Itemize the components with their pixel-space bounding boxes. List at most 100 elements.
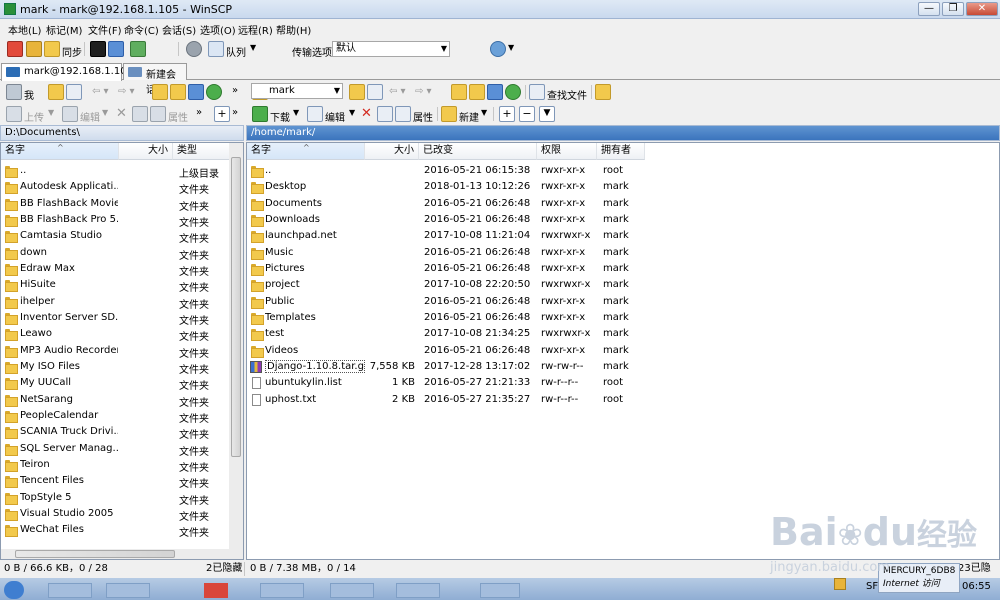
taskbar-item[interactable] — [204, 583, 228, 598]
root-dir-icon[interactable] — [469, 84, 485, 100]
home-icon[interactable] — [188, 84, 204, 100]
open-folder-icon[interactable] — [48, 84, 64, 100]
column-header-name[interactable]: 名字 ^ — [1, 143, 119, 160]
more-icon[interactable]: » — [232, 107, 238, 118]
table-row[interactable]: ihelper 文件夹 — [1, 294, 229, 311]
table-row[interactable]: Inventor Server SD... 文件夹 — [1, 310, 229, 327]
scrollbar-thumb[interactable] — [231, 157, 241, 457]
table-row[interactable]: ubuntukylin.list 1 KB 2016-05-27 21:21:33 r… — [247, 375, 997, 391]
menu-help[interactable]: 帮助(H) — [276, 22, 311, 37]
table-row[interactable]: uphost.txt 2 KB 2016-05-27 21:35:27 rw-r--r… — [247, 392, 997, 408]
edit-icon[interactable] — [307, 106, 323, 122]
right-file-list[interactable]: 名字 ^ 大小 已改变 权限 拥有者 .. 2016-05-21 06:15:38… — [246, 142, 1000, 560]
menu-file[interactable]: 文件(F) — [88, 22, 122, 37]
menu-command[interactable]: 命令(C) — [124, 22, 159, 37]
table-row[interactable]: BB FlashBack Movies 文件夹 — [1, 196, 229, 213]
drive-icon[interactable] — [6, 84, 22, 100]
parent-dir-icon[interactable] — [152, 84, 168, 100]
open-folder-icon[interactable] — [349, 84, 365, 100]
maximize-button[interactable]: ❐ — [942, 2, 964, 16]
table-row[interactable]: Public 2016-05-21 06:26:48 rwxr-xr-x mark — [247, 294, 997, 310]
table-row[interactable]: SCANIA Truck Drivi... 文件夹 — [1, 424, 229, 441]
right-path-bar[interactable]: /home/mark/ — [246, 125, 1000, 141]
table-row[interactable]: Visual Studio 2005 文件夹 — [1, 506, 229, 523]
table-row[interactable]: SQL Server Manag... 文件夹 — [1, 441, 229, 458]
upload-icon[interactable] — [6, 106, 22, 122]
filter-select-icon[interactable]: ▼ — [539, 106, 555, 122]
sync-button[interactable]: 同步 — [62, 44, 82, 59]
edit-button[interactable]: 编辑 — [80, 109, 100, 124]
properties-button[interactable]: 属性 — [413, 109, 433, 124]
table-row[interactable]: Edraw Max 文件夹 — [1, 261, 229, 278]
edit-dropdown-icon[interactable]: ▼ — [102, 108, 108, 117]
sync-browse-icon[interactable] — [44, 41, 60, 57]
table-row[interactable]: Documents 2016-05-21 06:26:48 rwxr-xr-x mar… — [247, 196, 997, 212]
forward-button[interactable]: ⇨ ▾ — [415, 86, 432, 97]
table-row[interactable]: Desktop 2018-01-13 10:12:26 rwxr-xr-x mark — [247, 179, 997, 195]
globe-dropdown-icon[interactable]: ▼ — [508, 43, 514, 52]
drive-selector[interactable]: 我 — [24, 87, 34, 102]
taskbar-item[interactable] — [48, 583, 92, 598]
table-row[interactable]: .. 2016-05-21 06:15:38 rwxr-xr-x root — [247, 163, 997, 179]
add-icon[interactable]: + — [214, 106, 230, 122]
find-files-button[interactable]: 查找文件 — [547, 87, 587, 102]
table-row[interactable]: PeopleCalendar 文件夹 — [1, 408, 229, 425]
taskbar-item[interactable] — [480, 583, 520, 598]
edit-dropdown-icon[interactable]: ▼ — [349, 108, 355, 117]
table-row[interactable]: HiSuite 文件夹 — [1, 277, 229, 294]
tree-icon[interactable] — [595, 84, 611, 100]
start-icon[interactable] — [4, 581, 24, 599]
upload-dropdown-icon[interactable]: ▼ — [48, 108, 54, 117]
column-header-rights[interactable]: 权限 — [537, 143, 597, 160]
left-file-list[interactable]: 名字 ^ 大小 类型 .. 上级目录 Autodesk Applicati... 文件… — [0, 142, 244, 560]
unselect-files-icon[interactable]: − — [519, 106, 535, 122]
menu-local[interactable]: 本地(L) — [8, 22, 41, 37]
left-horizontal-scrollbar[interactable] — [1, 549, 229, 559]
left-path-bar[interactable]: D:\Documents\ — [0, 125, 244, 141]
table-row[interactable]: Templates 2016-05-21 06:26:48 rwxr-xr-x mar… — [247, 310, 997, 326]
table-row[interactable]: MP3 Audio Recorder 文件夹 — [1, 343, 229, 360]
filter-icon[interactable] — [367, 84, 383, 100]
column-header-size[interactable]: 大小 — [119, 143, 173, 160]
column-header-changed[interactable]: 已改变 — [419, 143, 537, 160]
menu-mark[interactable]: 标记(M) — [46, 22, 82, 37]
parent-dir-icon[interactable] — [451, 84, 467, 100]
table-row[interactable]: project 2017-10-08 22:20:50 rwxrwxr-x mark — [247, 277, 997, 293]
root-dir-icon[interactable] — [170, 84, 186, 100]
delete-icon[interactable]: ✕ — [361, 106, 372, 121]
properties-button[interactable]: 属性 — [168, 109, 188, 124]
tab-new-session[interactable]: 新建会话 — [123, 63, 187, 96]
filter-icon[interactable] — [66, 84, 82, 100]
delete-icon[interactable]: ✕ — [116, 106, 127, 121]
new-dropdown-icon[interactable]: ▼ — [481, 108, 487, 117]
forward-button[interactable]: ⇨ ▾ — [118, 86, 135, 97]
taskbar-item[interactable] — [260, 583, 304, 598]
queue-button[interactable]: 队列 — [226, 44, 246, 59]
table-row[interactable]: Downloads 2016-05-21 06:26:48 rwxr-xr-x mar… — [247, 212, 997, 228]
more-icon[interactable]: » — [232, 85, 238, 96]
scrollbar-thumb[interactable] — [15, 550, 175, 558]
table-row[interactable]: down 文件夹 — [1, 245, 229, 262]
table-row[interactable]: Autodesk Applicati... 文件夹 — [1, 179, 229, 196]
globe-icon[interactable] — [490, 41, 506, 57]
properties-icon[interactable] — [395, 106, 411, 122]
more-icon[interactable]: » — [196, 107, 202, 118]
properties-icon[interactable] — [150, 106, 166, 122]
remote-dir-select[interactable]: mark ▼ — [251, 83, 343, 99]
table-row[interactable]: My UUCall 文件夹 — [1, 375, 229, 392]
new-button[interactable]: 新建 — [459, 109, 479, 124]
table-row[interactable]: Tencent Files 文件夹 — [1, 473, 229, 490]
right-hidden-count[interactable]: 23已隐藏 — [958, 561, 1000, 590]
back-button[interactable]: ⇦ ▾ — [92, 86, 109, 97]
left-hidden-count[interactable]: 2已隐藏 — [206, 561, 242, 577]
table-row[interactable]: Teiron 文件夹 — [1, 457, 229, 474]
table-row[interactable]: Music 2016-05-21 06:26:48 rwxr-xr-x mark — [247, 245, 997, 261]
table-row[interactable]: Leawo 文件夹 — [1, 326, 229, 343]
queue-icon[interactable] — [208, 41, 224, 57]
close-button[interactable]: ✕ — [966, 2, 998, 16]
taskbar-item[interactable] — [330, 583, 374, 598]
local-window-icon[interactable] — [7, 41, 23, 57]
taskbar-item[interactable] — [396, 583, 440, 598]
queue-panel-icon[interactable] — [130, 41, 146, 57]
menu-session[interactable]: 会话(S) — [162, 22, 196, 37]
